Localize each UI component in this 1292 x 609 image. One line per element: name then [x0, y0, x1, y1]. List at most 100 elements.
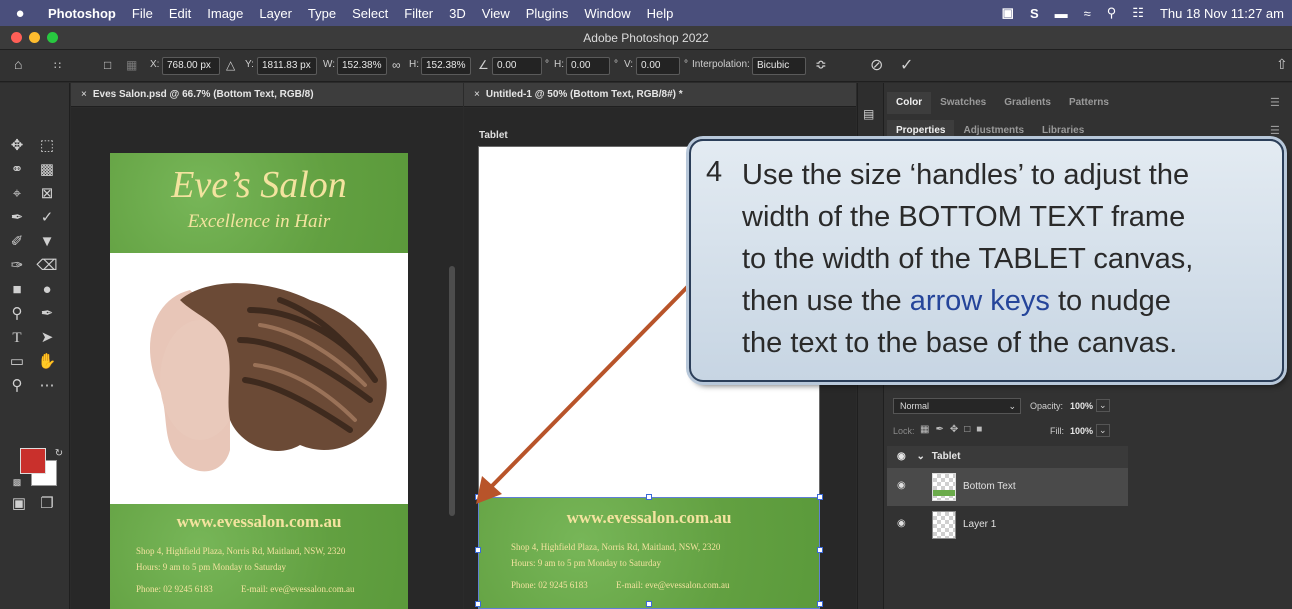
wifi-icon[interactable]: ≈: [1084, 6, 1091, 21]
hskew-field[interactable]: 0.00: [566, 57, 610, 75]
commit-transform-icon[interactable]: ✓: [900, 55, 913, 75]
blur-tool-icon[interactable]: ●: [34, 279, 60, 301]
height-field[interactable]: 152.38%: [421, 57, 471, 75]
menu-type[interactable]: Type: [300, 6, 344, 21]
swap-colors-icon[interactable]: ↻: [46, 443, 72, 465]
crop-tool-icon[interactable]: ⌖: [4, 183, 30, 205]
layer-1[interactable]: ◉ Layer 1: [887, 506, 1128, 544]
tab-patterns[interactable]: Patterns: [1060, 92, 1118, 114]
handle-bottom-middle[interactable]: [646, 601, 652, 607]
lock-icons[interactable]: ▦✒✥□■: [920, 424, 988, 435]
artboard-label[interactable]: Tablet: [479, 130, 508, 141]
handle-middle-left[interactable]: [475, 547, 481, 553]
menu-filter[interactable]: Filter: [396, 6, 441, 21]
opacity-value[interactable]: 100%: [1070, 401, 1093, 411]
handle-bottom-left[interactable]: [475, 601, 481, 607]
move-tool-icon[interactable]: ✥: [4, 135, 30, 157]
brush-tool-icon[interactable]: ✐: [4, 231, 30, 253]
history-panel-icon[interactable]: ▤: [863, 107, 874, 121]
reference-point-icon[interactable]: ∷: [54, 59, 61, 72]
panel-menu-icon[interactable]: ☰: [1270, 96, 1280, 109]
shape-tool-icon[interactable]: ▭: [4, 351, 30, 373]
delta-icon[interactable]: △: [226, 58, 235, 72]
menu-file[interactable]: File: [124, 6, 161, 21]
scrollbar-left-doc[interactable]: [449, 266, 455, 516]
minimize-window-button[interactable]: [29, 32, 40, 43]
default-colors-icon[interactable]: ▩: [4, 471, 30, 493]
tab-swatches[interactable]: Swatches: [931, 92, 995, 114]
chevron-down-icon[interactable]: ⌄: [1096, 424, 1110, 437]
skype-icon[interactable]: S: [1030, 6, 1039, 21]
stamp-tool-icon[interactable]: ▼: [34, 231, 60, 253]
path-select-tool-icon[interactable]: ➤: [34, 327, 60, 349]
apple-icon[interactable]: ●: [0, 5, 40, 22]
battery-icon[interactable]: ▬: [1055, 6, 1068, 21]
cancel-transform-icon[interactable]: ⊘: [870, 55, 883, 75]
more-tools-icon[interactable]: ⋯: [34, 375, 60, 397]
menu-view[interactable]: View: [474, 6, 518, 21]
zoom-window-button[interactable]: [47, 32, 58, 43]
tab-color[interactable]: Color: [887, 92, 932, 114]
eye-icon[interactable]: ◉: [897, 518, 906, 529]
close-tab-icon[interactable]: ×: [474, 89, 480, 100]
zoom-tool-icon[interactable]: ⚲: [4, 375, 30, 397]
shield-icon[interactable]: ▣: [1002, 5, 1014, 21]
menu-image[interactable]: Image: [199, 6, 251, 21]
menu-window[interactable]: Window: [576, 6, 638, 21]
interpolation-select[interactable]: Bicubic: [752, 57, 806, 75]
dodge-tool-icon[interactable]: ⚲: [4, 303, 30, 325]
search-icon[interactable]: ⚲: [1107, 5, 1117, 21]
handle-bottom-right[interactable]: [817, 601, 823, 607]
eyedropper-tool-icon[interactable]: ✒: [4, 207, 30, 229]
menu-photoshop[interactable]: Photoshop: [40, 6, 124, 21]
checkbox-icon[interactable]: □: [104, 58, 111, 72]
type-tool-icon[interactable]: T: [4, 327, 30, 349]
close-tab-icon[interactable]: ×: [81, 89, 87, 100]
handle-middle-right[interactable]: [817, 547, 823, 553]
tab-gradients[interactable]: Gradients: [995, 92, 1060, 114]
object-select-tool-icon[interactable]: ▩: [34, 159, 60, 181]
panel-menu-icon-2[interactable]: ☰: [1270, 124, 1280, 137]
layer-bottom-text[interactable]: ◉ Bottom Text: [887, 468, 1128, 506]
quick-mask-icon[interactable]: ▣: [6, 493, 32, 515]
fill-value[interactable]: 100%: [1070, 426, 1093, 436]
document-tab-untitled[interactable]: × Untitled-1 @ 50% (Bottom Text, RGB/8#) …: [464, 83, 856, 107]
close-window-button[interactable]: [11, 32, 22, 43]
share-icon[interactable]: ⇧: [1276, 56, 1288, 73]
healing-tool-icon[interactable]: ✓: [34, 207, 60, 229]
document-tab-eves-salon[interactable]: × Eves Salon.psd @ 66.7% (Bottom Text, RG…: [71, 83, 463, 107]
menu-edit[interactable]: Edit: [161, 6, 199, 21]
hand-tool-icon[interactable]: ✋: [34, 351, 60, 373]
control-center-icon[interactable]: ☷: [1132, 5, 1144, 21]
eraser-tool-icon[interactable]: ⌫: [34, 255, 60, 277]
width-field[interactable]: 152.38%: [337, 57, 387, 75]
y-field[interactable]: 1811.83 px: [257, 57, 317, 75]
x-field[interactable]: 768.00 px: [162, 57, 220, 75]
pen-tool-icon[interactable]: ✒: [34, 303, 60, 325]
menu-help[interactable]: Help: [639, 6, 682, 21]
home-icon[interactable]: ⌂: [14, 56, 22, 72]
layer-group-tablet[interactable]: ◉ ⌄ Tablet: [887, 446, 1128, 468]
blend-mode-select[interactable]: Normal ⌄: [893, 398, 1021, 414]
bottom-text-layer[interactable]: www.evessalon.com.au Shop 4, Highfield P…: [478, 497, 820, 609]
history-brush-tool-icon[interactable]: ✑: [4, 255, 30, 277]
handle-top-right[interactable]: [817, 494, 823, 500]
screen-mode-icon[interactable]: ❐: [34, 493, 60, 515]
lasso-tool-icon[interactable]: ⚭: [4, 159, 30, 181]
frame-tool-icon[interactable]: ⊠: [34, 183, 60, 205]
marquee-tool-icon[interactable]: ⬚: [34, 135, 60, 157]
clock[interactable]: Thu 18 Nov 11:27 am: [1160, 6, 1284, 21]
chevron-down-icon[interactable]: ⌄: [1096, 399, 1110, 412]
gradient-tool-icon[interactable]: ■: [4, 279, 30, 301]
link-icon[interactable]: ∞: [392, 58, 401, 72]
eye-icon[interactable]: ◉: [897, 480, 906, 491]
menu-3d[interactable]: 3D: [441, 6, 474, 21]
menu-select[interactable]: Select: [344, 6, 396, 21]
menu-layer[interactable]: Layer: [251, 6, 300, 21]
menu-plugins[interactable]: Plugins: [518, 6, 577, 21]
warp-icon[interactable]: ≎: [815, 56, 827, 73]
vskew-field[interactable]: 0.00: [636, 57, 680, 75]
eye-icon[interactable]: ◉: [897, 451, 906, 462]
chevron-down-icon[interactable]: ⌄: [917, 451, 925, 462]
angle-field[interactable]: 0.00: [492, 57, 542, 75]
